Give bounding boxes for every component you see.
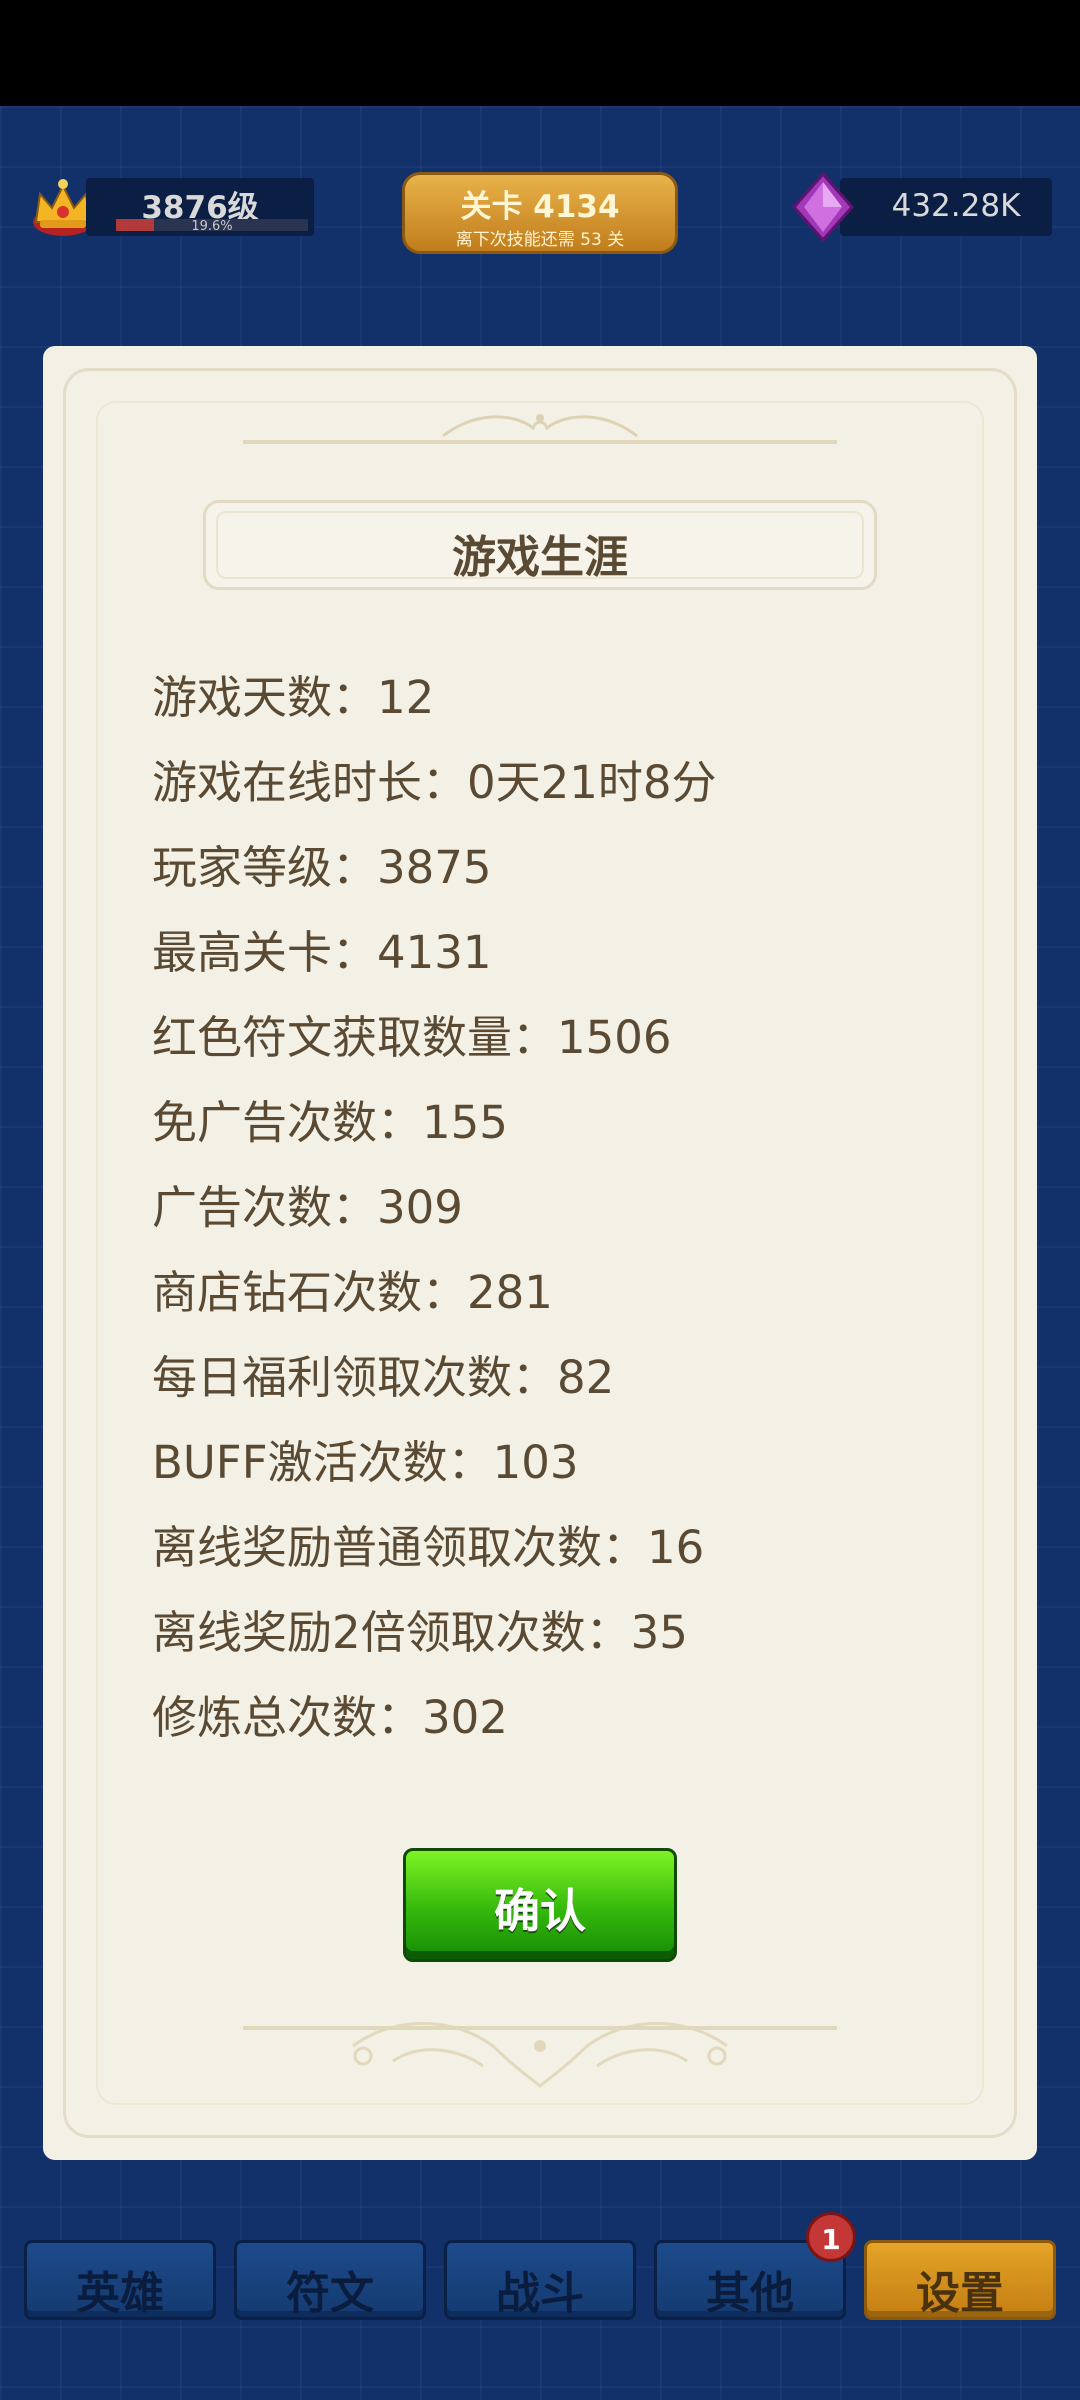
stage-title: 关卡 4134	[460, 189, 620, 225]
tab-other-label: 其他	[706, 2268, 794, 2319]
confirm-button[interactable]: 确认	[403, 1848, 677, 1962]
level-percent: 19.6%	[191, 219, 233, 234]
notification-badge: 1	[806, 2212, 856, 2262]
gem-panel: 432.28K	[840, 178, 1052, 236]
stat-offline-double-count: 离线奖励2倍领取次数：35	[152, 1606, 688, 1659]
confirm-label: 确认	[494, 1884, 586, 1938]
tab-battle[interactable]: 战斗	[444, 2240, 636, 2320]
stage-banner[interactable]: 关卡 4134 离下次技能还需 53 关	[402, 172, 678, 254]
tab-runes[interactable]: 符文	[234, 2240, 426, 2320]
top-ornament-icon	[442, 414, 638, 438]
stat-training-count: 修炼总次数：302	[152, 1691, 508, 1744]
tab-heroes-label: 英雄	[76, 2268, 164, 2319]
tab-settings-label: 设置	[916, 2268, 1004, 2319]
status-bar	[0, 0, 1080, 106]
title-plate: 游戏生涯	[203, 500, 877, 590]
career-dialog: 游戏生涯 游戏天数：12 游戏在线时长：0天21时8分 玩家等级：3875 最高…	[43, 346, 1037, 2160]
stat-game-days: 游戏天数：12	[152, 671, 435, 724]
dialog-title: 游戏生涯	[452, 532, 628, 583]
tab-heroes[interactable]: 英雄	[24, 2240, 216, 2320]
level-panel: 3876级 19.6%	[86, 178, 314, 236]
stat-highest-stage: 最高关卡：4131	[152, 926, 492, 979]
tab-settings[interactable]: 设置	[864, 2240, 1056, 2320]
stat-buff-count: BUFF激活次数：103	[152, 1436, 579, 1489]
stat-ad-count: 广告次数：309	[152, 1181, 463, 1234]
player-level-display[interactable]: 3876级 19.6%	[28, 176, 314, 238]
stat-shop-diamond-count: 商店钻石次数：281	[152, 1266, 553, 1319]
stage-subtitle: 离下次技能还需 53 关	[455, 230, 625, 250]
stat-ad-free-count: 免广告次数：155	[152, 1096, 508, 1149]
bottom-ornament-icon	[352, 2022, 728, 2088]
stat-red-runes: 红色符文获取数量：1506	[152, 1011, 672, 1064]
gem-icon	[792, 172, 854, 242]
stat-daily-welfare-count: 每日福利领取次数：82	[152, 1351, 615, 1404]
gem-counter[interactable]: 432.28K	[790, 172, 1052, 242]
stats-list: 游戏天数：12 游戏在线时长：0天21时8分 玩家等级：3875 最高关卡：41…	[152, 668, 952, 1773]
stat-online-time: 游戏在线时长：0天21时8分	[152, 756, 717, 809]
stat-offline-normal-count: 离线奖励普通领取次数：16	[152, 1521, 705, 1574]
tab-battle-label: 战斗	[496, 2268, 584, 2319]
gem-amount: 432.28K	[891, 188, 1021, 224]
tab-runes-label: 符文	[286, 2268, 374, 2319]
badge-count: 1	[821, 2223, 841, 2256]
stat-player-level: 玩家等级：3875	[152, 841, 492, 894]
